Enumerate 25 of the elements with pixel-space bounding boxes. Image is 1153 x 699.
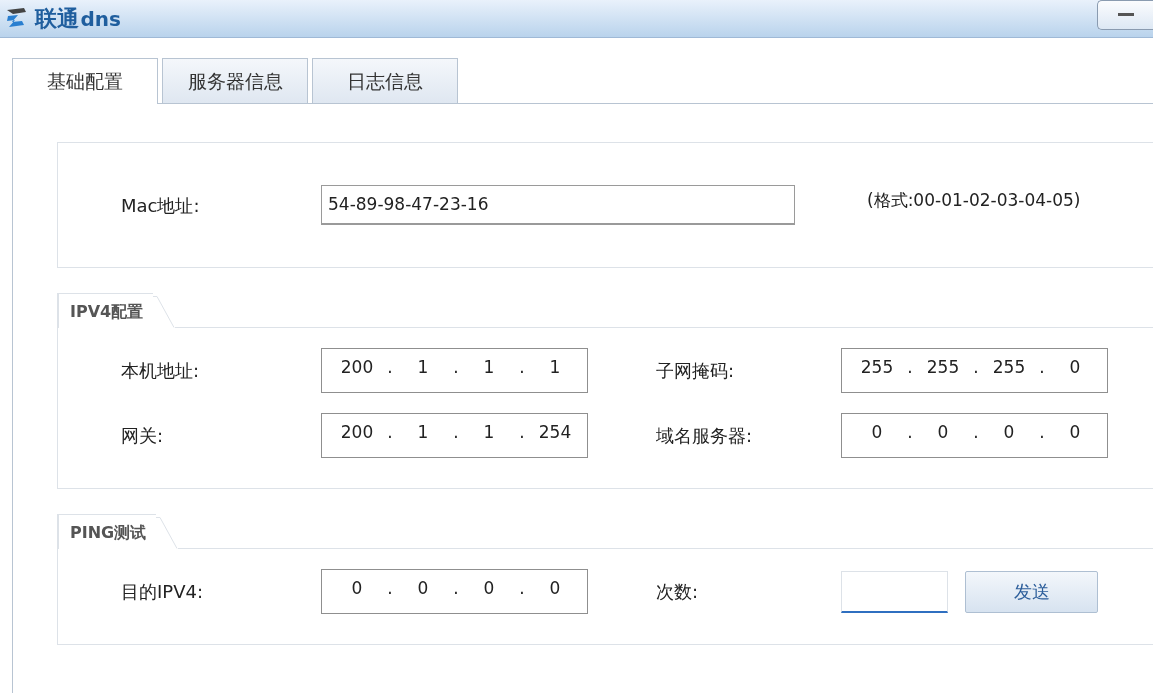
- count-input-field[interactable]: [841, 570, 948, 613]
- format-hint: (格式:00-01-02-03-04-05): [867, 189, 1081, 213]
- field-label: 域名服务器:: [656, 424, 754, 448]
- field-label: 本机地址:: [121, 359, 201, 383]
- minimize-button[interactable]: [1097, 0, 1153, 30]
- tab[interactable]: 日志信息: [312, 58, 458, 103]
- field-label: 次数:: [656, 580, 700, 604]
- ip-address-field[interactable]: 200 . 1 . 1 . 1: [321, 348, 588, 393]
- field-label: Mac地址:: [121, 193, 201, 218]
- window-title: 联通: [34, 4, 79, 33]
- minimize-icon: [1117, 13, 1134, 17]
- window-title-suffix: dns: [80, 5, 121, 33]
- field-label: 网关:: [121, 424, 165, 448]
- ip-address-field[interactable]: 0 . 0 . 0 . 0: [841, 413, 1108, 458]
- field-label: 子网掩码:: [656, 359, 736, 383]
- field-label: 目的IPV4:: [121, 580, 204, 604]
- send-button[interactable]: 发送: [965, 570, 1098, 613]
- group-title: IPV4配置: [58, 293, 154, 328]
- ip-address-field[interactable]: 200 . 1 . 1 . 254: [321, 413, 588, 458]
- tab[interactable]: 服务器信息: [162, 58, 308, 103]
- ip-address-field[interactable]: 0 . 0 . 0 . 0: [321, 569, 588, 614]
- tab[interactable]: 基础配置: [12, 58, 158, 104]
- group-title: PING测试: [58, 514, 157, 549]
- ip-address-field[interactable]: 255 . 255 . 255 . 0: [841, 348, 1108, 393]
- mac-input-field[interactable]: 54-89-98-47-23-16: [321, 185, 795, 225]
